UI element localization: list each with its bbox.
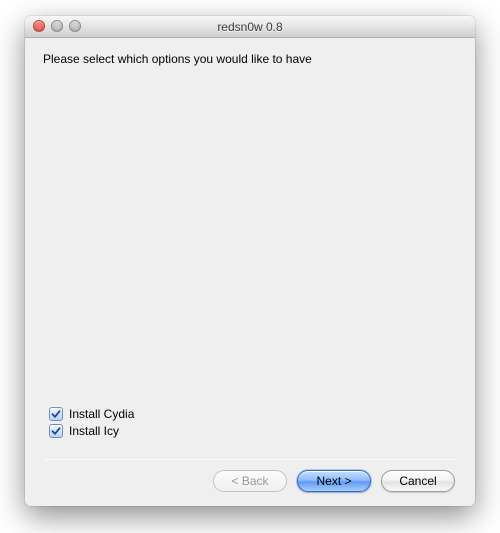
option-install-icy[interactable]: Install Icy <box>49 424 457 438</box>
checkbox-icon[interactable] <box>49 424 63 438</box>
app-window: redsn0w 0.8 Please select which options … <box>25 16 475 506</box>
titlebar[interactable]: redsn0w 0.8 <box>25 16 475 38</box>
window-title: redsn0w 0.8 <box>217 20 282 34</box>
content-area: Please select which options you would li… <box>25 38 475 506</box>
close-icon[interactable] <box>33 20 45 32</box>
option-label: Install Cydia <box>69 407 134 421</box>
option-install-cydia[interactable]: Install Cydia <box>49 407 457 421</box>
options-group: Install Cydia Install Icy <box>49 404 457 441</box>
back-button: < Back <box>213 470 287 492</box>
button-row: < Back Next > Cancel <box>43 470 457 494</box>
instructions-text: Please select which options you would li… <box>43 52 457 66</box>
option-label: Install Icy <box>69 424 119 438</box>
traffic-lights <box>33 20 81 32</box>
zoom-icon[interactable] <box>69 20 81 32</box>
minimize-icon[interactable] <box>51 20 63 32</box>
checkbox-icon[interactable] <box>49 407 63 421</box>
next-button[interactable]: Next > <box>297 470 371 492</box>
cancel-button[interactable]: Cancel <box>381 470 455 492</box>
divider <box>43 459 457 460</box>
spacer <box>43 74 457 404</box>
